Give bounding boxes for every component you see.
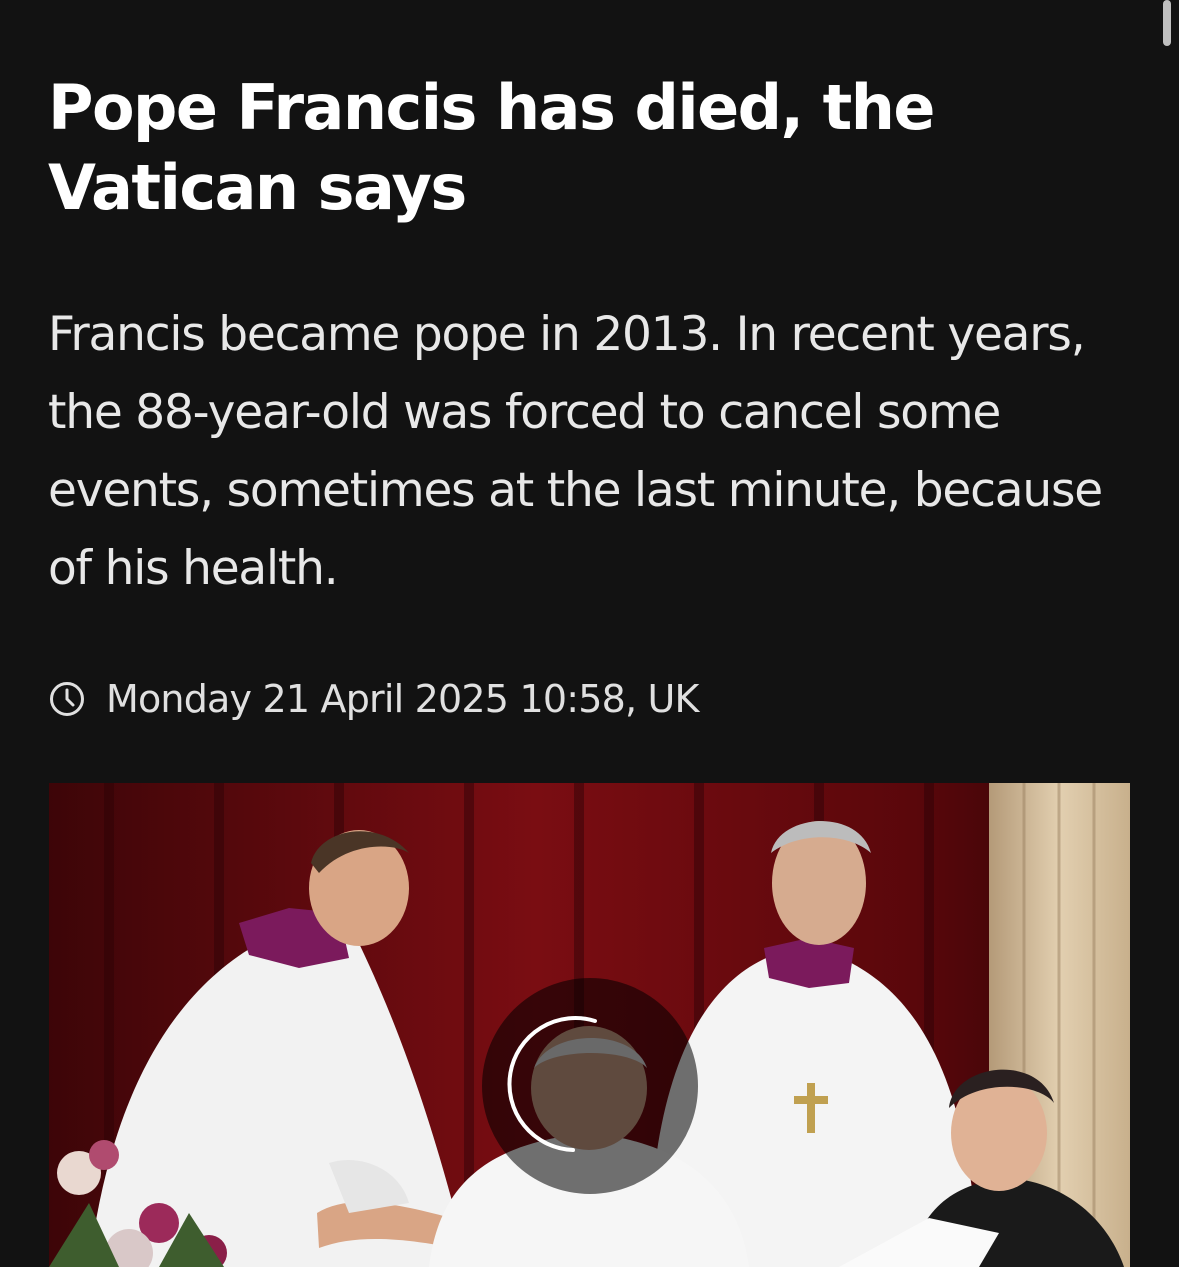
hero-image (49, 783, 1130, 1267)
clock-icon (48, 680, 86, 718)
timestamp-text: Monday 21 April 2025 10:58, UK (106, 677, 699, 721)
scrollbar[interactable] (1163, 0, 1171, 46)
article-timestamp: Monday 21 April 2025 10:58, UK (48, 672, 699, 726)
loading-spinner-icon (482, 978, 698, 1194)
article-standfirst: Francis became pope in 2013. In recent y… (48, 307, 1103, 596)
article-headline: Pope Francis has died, the Vatican says (48, 71, 935, 224)
hero-video[interactable] (49, 783, 1130, 1267)
